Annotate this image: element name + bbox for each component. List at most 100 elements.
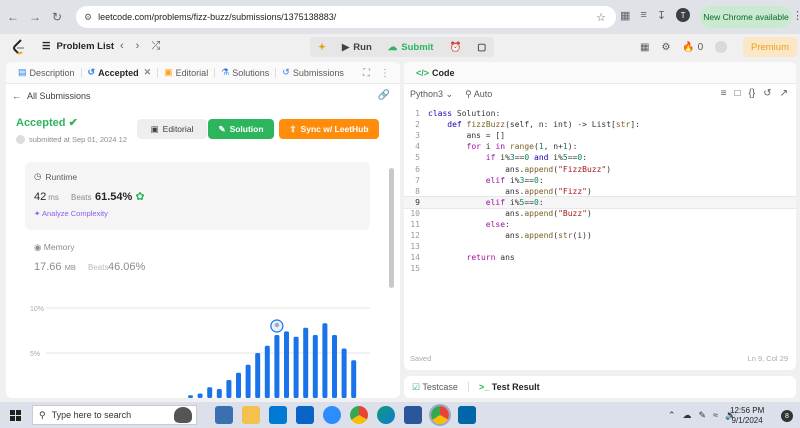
code-line[interactable]: 5 if i%3==0 and i%5==0: xyxy=(404,152,796,163)
taskbar-search[interactable]: ⚲ Type here to search xyxy=(32,405,197,425)
edge-icon[interactable] xyxy=(377,406,395,424)
tab-editorial[interactable]: ▣ Editorial xyxy=(158,67,214,78)
maximize-icon[interactable]: ⛶ xyxy=(363,68,370,79)
code-line[interactable]: 2 def fizzBuzz(self, n: int) -> List[str… xyxy=(404,119,796,130)
chart-bar[interactable] xyxy=(293,336,299,398)
language-select[interactable]: Python3 ⌄ xyxy=(410,89,453,100)
vscode-icon[interactable] xyxy=(458,406,476,424)
reload-icon[interactable]: ↻ xyxy=(48,8,66,26)
chart-bar[interactable] xyxy=(197,393,203,399)
runtime-card[interactable]: ◷ Runtime 42 ms Beats 61.54% ✿ ✦ Analyze … xyxy=(25,162,370,230)
editorial-button[interactable]: ▣ Editorial xyxy=(137,119,207,139)
submit-button[interactable]: ☁ Submit xyxy=(380,37,442,57)
braces-icon[interactable]: {} xyxy=(749,88,756,99)
code-line[interactable]: 7 elif i%3==0: xyxy=(404,175,796,186)
code-line[interactable]: 8 ans.append("Fizz") xyxy=(404,186,796,197)
code-line[interactable]: 12 ans.append(str(i)) xyxy=(404,230,796,241)
distribution-chart[interactable]: 10% 5% xyxy=(26,300,376,398)
profile-avatar[interactable]: T xyxy=(676,8,691,22)
chart-bar[interactable] xyxy=(188,395,193,398)
chart-bar[interactable] xyxy=(207,387,213,398)
mode-toggle[interactable]: ⚲ Auto xyxy=(465,89,492,100)
file-explorer-icon[interactable] xyxy=(242,406,260,424)
word-icon[interactable] xyxy=(404,406,422,424)
problem-list-link[interactable]: ☰ Problem List xyxy=(42,41,114,52)
solution-button[interactable]: ✎ Solution xyxy=(208,119,274,139)
cloud-icon[interactable]: ☁ xyxy=(683,410,692,421)
chevron-up-icon[interactable]: ⌃ xyxy=(668,410,676,421)
notification-badge[interactable]: 8 xyxy=(781,410,793,422)
chart-bar[interactable] xyxy=(284,331,289,398)
forward-arrow-icon[interactable]: → xyxy=(26,8,44,26)
prev-problem-icon[interactable]: ‹ xyxy=(120,40,124,53)
reset-icon[interactable]: ↺ xyxy=(763,88,771,99)
chart-bar[interactable] xyxy=(274,335,280,398)
store-icon[interactable] xyxy=(269,406,287,424)
tab-accepted[interactable]: ↺ Accepted ✕ xyxy=(82,67,158,78)
code-line[interactable]: 3 ans = [] xyxy=(404,130,796,141)
code-line[interactable]: 15 xyxy=(404,263,796,274)
notes-button[interactable]: ▢ xyxy=(469,37,494,57)
format-lines-icon[interactable]: ≡ xyxy=(721,88,727,99)
close-tab-icon[interactable]: ✕ xyxy=(144,67,152,78)
task-view-icon[interactable] xyxy=(215,406,233,424)
chart-bar[interactable] xyxy=(264,345,270,398)
chart-bar[interactable] xyxy=(322,323,328,398)
chart-bar[interactable] xyxy=(303,327,309,398)
chart-bar[interactable] xyxy=(245,364,251,398)
code-editor[interactable]: 1 class Solution: 2 def fizzBuzz(self, n: … xyxy=(404,108,796,274)
code-line[interactable]: 11 else: xyxy=(404,219,796,230)
premium-button[interactable]: Premium xyxy=(743,37,797,57)
mail-icon[interactable] xyxy=(296,406,314,424)
code-line[interactable]: 1 class Solution: xyxy=(404,108,796,119)
tab-search-icon[interactable]: ≡ xyxy=(640,9,646,21)
code-line[interactable]: 10 ans.append("Buzz") xyxy=(404,208,796,219)
share-link-icon[interactable]: 🔗 xyxy=(378,90,390,101)
tab-code[interactable]: </> Code xyxy=(410,68,461,78)
tab-submissions[interactable]: ↺ Submissions xyxy=(276,67,350,78)
windows-start-icon[interactable] xyxy=(10,410,21,421)
extensions-icon[interactable]: ▦ xyxy=(620,9,630,22)
zoom-icon[interactable] xyxy=(323,406,341,424)
code-line[interactable]: 4 for i in range(1, n+1): xyxy=(404,141,796,152)
analyze-complexity-link[interactable]: ✦ Analyze Complexity xyxy=(34,209,108,218)
sync-leethub-button[interactable]: ⇧ Sync w/ LeetHub xyxy=(279,119,379,139)
panel-scrollbar[interactable] xyxy=(389,168,394,288)
streak-counter[interactable]: 🔥 0 xyxy=(682,42,703,53)
back-arrow-icon[interactable]: ← xyxy=(4,8,22,26)
chrome-icon[interactable] xyxy=(350,406,368,424)
all-submissions-link[interactable]: ← All Submissions xyxy=(12,91,91,101)
chart-bar[interactable] xyxy=(341,348,347,399)
expand-icon[interactable]: ↗ xyxy=(780,88,788,99)
chrome-active-icon[interactable] xyxy=(429,404,451,426)
code-line[interactable]: 6 ans.append("FizzBuzz") xyxy=(404,163,796,174)
chart-bar[interactable] xyxy=(216,389,222,398)
browser-menu-icon[interactable]: ⋮ xyxy=(792,9,800,22)
chart-bar[interactable] xyxy=(226,380,232,398)
taskbar-clock[interactable]: 12:56 PM 9/1/2024 xyxy=(730,406,764,426)
layout-icon[interactable]: ▦ xyxy=(640,42,649,53)
tab-testcase[interactable]: ☑ Testcase xyxy=(412,382,458,393)
bookmark-icon[interactable]: □ xyxy=(734,88,740,99)
chart-bar[interactable] xyxy=(255,353,261,398)
bookmark-star-icon[interactable]: ☆ xyxy=(596,11,606,24)
chart-bar[interactable] xyxy=(351,360,357,398)
chart-bar[interactable] xyxy=(236,372,241,398)
downloads-icon[interactable]: ↧ xyxy=(657,9,666,22)
user-avatar[interactable] xyxy=(715,41,728,53)
code-line[interactable]: 13 xyxy=(404,241,796,252)
site-info-icon[interactable]: ⚙ xyxy=(84,12,92,23)
address-bar[interactable]: ⚙ leetcode.com/problems/fizz-buzz/submis… xyxy=(76,6,616,28)
chrome-update-button[interactable]: New Chrome available xyxy=(700,6,792,28)
code-line[interactable]: 14 return ans xyxy=(404,252,796,263)
timer-button[interactable]: ⏰ xyxy=(441,37,469,57)
next-problem-icon[interactable]: › xyxy=(136,40,140,53)
wifi-icon[interactable]: ≈ xyxy=(713,410,718,421)
pen-icon[interactable]: ✎ xyxy=(699,410,707,421)
debug-button[interactable]: ✦ xyxy=(310,37,334,57)
tab-test-result[interactable]: >_ Test Result xyxy=(479,382,540,392)
chart-bar[interactable] xyxy=(332,335,337,398)
run-button[interactable]: ▶ Run xyxy=(334,37,380,57)
tab-description[interactable]: ▤ Description xyxy=(12,67,81,78)
code-line[interactable]: 9 elif i%5==0: xyxy=(404,195,796,209)
